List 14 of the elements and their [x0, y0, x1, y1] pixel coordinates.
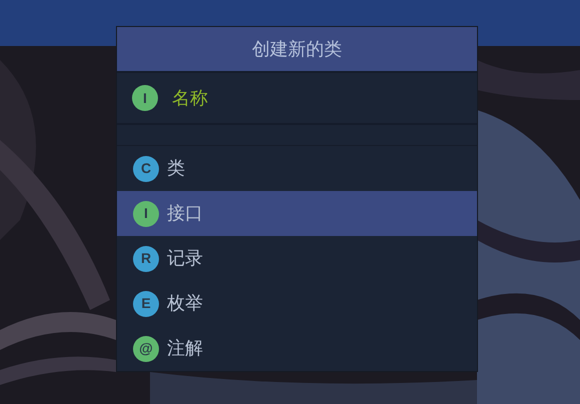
type-option[interactable]: I 接口: [117, 191, 477, 236]
name-field[interactable]: 名称: [172, 84, 422, 112]
popup-title: 创建新的类: [117, 27, 477, 73]
option-label: 枚举: [167, 292, 203, 315]
type-badge: C: [133, 156, 159, 182]
type-badge: I: [133, 200, 159, 226]
type-badge: @: [133, 336, 159, 362]
option-label: 接口: [167, 202, 203, 225]
type-badge: R: [133, 246, 159, 272]
type-badge: E: [133, 290, 159, 316]
option-label: 类: [167, 157, 185, 180]
type-badge: I: [132, 85, 158, 111]
option-label: 记录: [167, 247, 203, 270]
option-label: 注解: [167, 337, 203, 360]
